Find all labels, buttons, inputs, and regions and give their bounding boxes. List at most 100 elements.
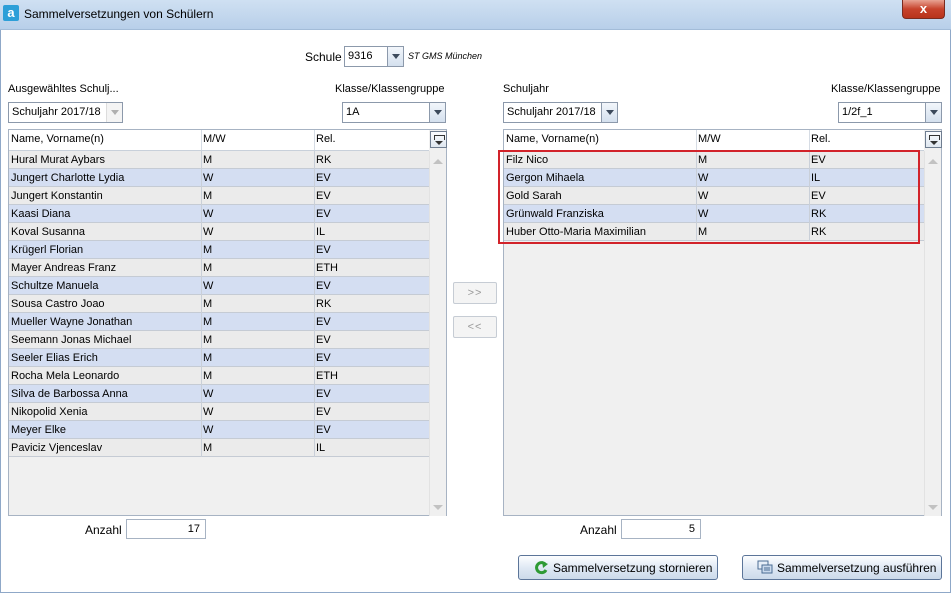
cell-religion: EV: [316, 280, 331, 292]
cell-name: Jungert Konstantin: [11, 190, 103, 202]
table-row[interactable]: Seeler Elias Erich M EV: [9, 349, 429, 367]
cell-name: Schultze Manuela: [11, 280, 99, 292]
cell-gender: M: [203, 352, 213, 364]
cell-name: Meyer Elke: [11, 424, 67, 436]
table-row[interactable]: Schultze Manuela W EV: [9, 277, 429, 295]
cell-religion: EV: [316, 316, 331, 328]
cell-gender: M: [203, 298, 213, 310]
execute-transfer-button[interactable]: Sammelversetzung ausführen: [742, 555, 942, 580]
scroll-down-icon[interactable]: [928, 505, 938, 510]
right-year-value: Schuljahr 2017/18: [507, 106, 596, 118]
cancel-transfer-label: Sammelversetzung stornieren: [553, 561, 713, 575]
chevron-down-icon[interactable]: [387, 47, 403, 66]
chevron-down-icon[interactable]: [429, 103, 445, 122]
scroll-up-icon[interactable]: [433, 159, 443, 164]
left-year-value: Schuljahr 2017/18: [12, 106, 101, 118]
cell-religion: RK: [316, 154, 332, 166]
right-col-name[interactable]: Name, Vorname(n): [506, 133, 599, 145]
school-code-select[interactable]: 9316: [344, 46, 404, 67]
table-row[interactable]: Mayer Andreas Franz M ETH: [9, 259, 429, 277]
table-row[interactable]: Meyer Elke W EV: [9, 421, 429, 439]
cell-religion: EV: [316, 244, 331, 256]
table-row[interactable]: Sousa Castro Joao M RK: [9, 295, 429, 313]
cell-religion: EV: [316, 334, 331, 346]
cell-gender: M: [203, 190, 213, 202]
chevron-down-icon[interactable]: [106, 103, 122, 122]
left-year-select[interactable]: Schuljahr 2017/18: [8, 102, 123, 123]
scroll-up-icon[interactable]: [928, 159, 938, 164]
left-col-religion[interactable]: Rel.: [316, 133, 336, 145]
right-vertical-scrollbar[interactable]: [924, 151, 941, 516]
right-count-label: Anzahl: [580, 523, 617, 537]
cell-religion: RK: [316, 298, 332, 310]
right-col-religion[interactable]: Rel.: [811, 133, 831, 145]
cell-religion: IL: [316, 226, 326, 238]
left-count-field: 17: [126, 519, 206, 539]
cell-gender: M: [203, 442, 213, 454]
right-class-value: 1/2f_1: [842, 106, 873, 118]
scroll-down-icon[interactable]: [433, 505, 443, 510]
column-chooser-icon[interactable]: [925, 131, 942, 148]
cell-gender: W: [203, 388, 214, 400]
cell-name: Koval Susanna: [11, 226, 85, 238]
cell-religion: EV: [316, 406, 331, 418]
left-vertical-scrollbar[interactable]: [429, 151, 446, 516]
column-chooser-icon[interactable]: [430, 131, 447, 148]
table-row[interactable]: Mueller Wayne Jonathan M EV: [9, 313, 429, 331]
table-row[interactable]: Jungert Charlotte Lydia W EV: [9, 169, 429, 187]
execute-icon: [757, 560, 773, 574]
right-year-label: Schuljahr: [503, 83, 549, 95]
left-class-label: Klasse/Klassengruppe: [335, 83, 445, 95]
table-row[interactable]: Rocha Mela Leonardo M ETH: [9, 367, 429, 385]
cell-religion: EV: [316, 424, 331, 436]
right-year-select[interactable]: Schuljahr 2017/18: [503, 102, 618, 123]
cell-gender: W: [203, 406, 214, 418]
cell-gender: W: [203, 280, 214, 292]
move-right-button[interactable]: >>: [453, 282, 497, 304]
left-class-select[interactable]: 1A: [342, 102, 446, 123]
cell-name: Silva de Barbossa Anna: [11, 388, 128, 400]
table-row[interactable]: Paviciz Vjenceslav M IL: [9, 439, 429, 457]
cancel-transfer-button[interactable]: Sammelversetzung stornieren: [518, 555, 718, 580]
table-row[interactable]: Kaasi Diana W EV: [9, 205, 429, 223]
left-class-value: 1A: [346, 106, 360, 118]
left-col-gender[interactable]: M/W: [203, 133, 226, 145]
move-left-button[interactable]: <<: [453, 316, 497, 338]
right-count-field: 5: [621, 519, 701, 539]
table-row[interactable]: Nikopolid Xenia W EV: [9, 403, 429, 421]
cell-religion: EV: [316, 208, 331, 220]
cell-name: Sousa Castro Joao: [11, 298, 105, 310]
table-row[interactable]: Jungert Konstantin M EV: [9, 187, 429, 205]
cell-name: Mueller Wayne Jonathan: [11, 316, 133, 328]
cell-name: Krügerl Florian: [11, 244, 84, 256]
cell-religion: EV: [316, 190, 331, 202]
left-grid-header: Name, Vorname(n) M/W Rel.: [9, 130, 429, 151]
window-title: Sammelversetzungen von Schülern: [24, 7, 214, 21]
left-col-name[interactable]: Name, Vorname(n): [11, 133, 104, 145]
cell-religion: EV: [316, 172, 331, 184]
school-name: ST GMS München: [408, 51, 483, 61]
school-code-value: 9316: [348, 50, 373, 62]
table-row[interactable]: Silva de Barbossa Anna W EV: [9, 385, 429, 403]
left-student-grid: Name, Vorname(n) M/W Rel. Hural Murat Ay…: [8, 129, 447, 516]
cell-religion: IL: [316, 442, 326, 454]
close-button[interactable]: x: [902, 0, 945, 19]
right-col-gender[interactable]: M/W: [698, 133, 721, 145]
cell-name: Paviciz Vjenceslav: [11, 442, 103, 454]
cell-gender: M: [203, 316, 213, 328]
cell-gender: W: [203, 172, 214, 184]
cell-name: Hural Murat Aybars: [11, 154, 105, 166]
school-label: Schule: [305, 50, 342, 64]
table-row[interactable]: Hural Murat Aybars M RK: [9, 151, 429, 169]
table-row[interactable]: Krügerl Florian M EV: [9, 241, 429, 259]
table-row[interactable]: Koval Susanna W IL: [9, 223, 429, 241]
chevron-down-icon[interactable]: [601, 103, 617, 122]
title-bar: a Sammelversetzungen von Schülern x: [0, 0, 951, 30]
cell-gender: M: [203, 370, 213, 382]
cell-name: Seemann Jonas Michael: [11, 334, 132, 346]
right-class-select[interactable]: 1/2f_1: [838, 102, 942, 123]
cell-gender: W: [203, 226, 214, 238]
right-grid-header: Name, Vorname(n) M/W Rel.: [504, 130, 924, 151]
table-row[interactable]: Seemann Jonas Michael M EV: [9, 331, 429, 349]
chevron-down-icon[interactable]: [925, 103, 941, 122]
